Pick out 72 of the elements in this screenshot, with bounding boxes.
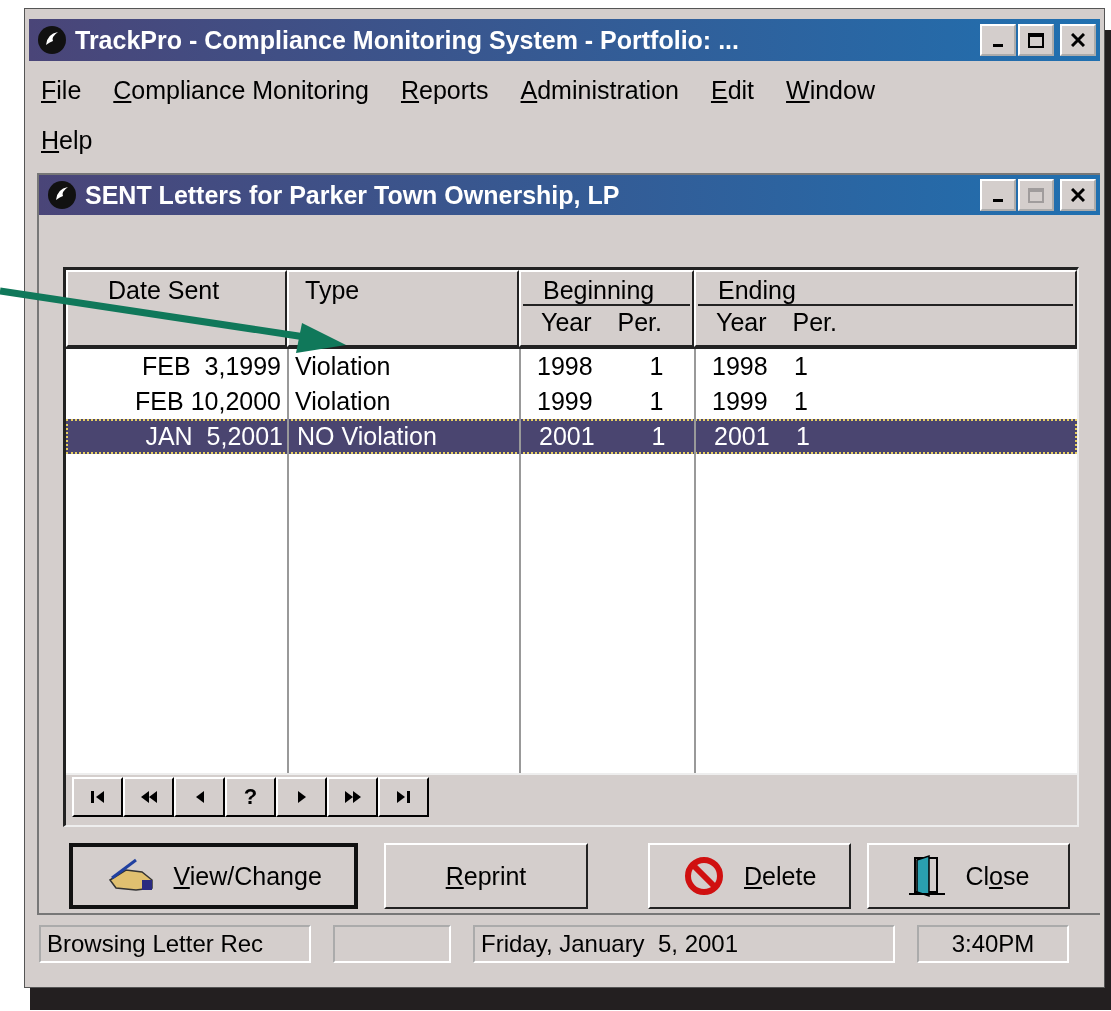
table-cell-text: FEB 10,2000 — [134, 387, 282, 416]
minimize-button[interactable] — [980, 24, 1016, 56]
table-row[interactable]: FEB 10,2000 Violation 1999 1 1999 1 — [66, 384, 1077, 419]
menu-item[interactable]: File — [41, 65, 82, 115]
table-cell-text: 1 — [648, 352, 665, 381]
sub-header: Per. — [617, 308, 662, 337]
table-cell-text: 1999 — [536, 387, 594, 416]
navigator-button[interactable] — [72, 777, 123, 817]
table-cell-text: NO Violation — [296, 422, 438, 451]
previous-icon — [195, 791, 204, 803]
menu-item[interactable]: Administration — [520, 65, 679, 115]
first-record-icon — [91, 791, 104, 803]
navigator-button[interactable] — [378, 777, 429, 817]
table-cell-text: 1 — [796, 422, 811, 451]
status-panel: Friday, January 5, 2001 — [473, 925, 895, 963]
sub-header: Year — [541, 308, 592, 337]
table-cell-text: 1999 — [711, 387, 769, 416]
header-label: Beginning — [523, 272, 690, 306]
rewind-icon — [140, 791, 157, 803]
close-icon — [1071, 188, 1085, 202]
maximize-icon — [1028, 32, 1044, 48]
action-button[interactable]: Delete — [647, 843, 851, 909]
table-cell-text: Violation — [294, 387, 392, 416]
table-cell-text: JAN 5,2001 — [144, 422, 284, 451]
table-cell-text: 1 — [794, 387, 809, 416]
menu-item[interactable]: Compliance Monitoring — [113, 65, 369, 115]
fast-forward-icon — [344, 791, 361, 803]
close-button[interactable] — [1060, 179, 1096, 211]
last-record-icon — [397, 791, 410, 803]
maximize-icon — [1028, 187, 1044, 203]
navigator-button[interactable] — [327, 777, 378, 817]
table-cell-text: 1998 — [536, 352, 594, 381]
action-button[interactable]: Close — [866, 843, 1070, 909]
door-icon — [907, 854, 948, 898]
table-cell-text: FEB 3,1999 — [141, 352, 282, 381]
navigator-button[interactable] — [174, 777, 225, 817]
navigator-button[interactable] — [123, 777, 174, 817]
table-cell-text: 2001 — [713, 422, 771, 451]
table-cell-text: 1 — [648, 387, 665, 416]
header-label: Date Sent — [107, 275, 221, 305]
menu-item[interactable]: Reports — [401, 65, 489, 115]
next-icon — [297, 791, 306, 803]
header-label: Ending — [698, 272, 1073, 306]
table-row[interactable]: FEB 3,1999 Violation 1998 1 1998 1 — [66, 349, 1077, 384]
minimize-icon — [993, 198, 1003, 202]
table-cell-text: Violation — [294, 352, 392, 381]
status-panel: Browsing Letter Rec — [39, 925, 311, 963]
close-icon — [1071, 33, 1085, 47]
minimize-button[interactable] — [980, 179, 1016, 211]
close-button[interactable] — [1060, 24, 1096, 56]
menu-item[interactable]: Edit — [710, 65, 755, 115]
status-panel: 3:40PM — [917, 925, 1069, 963]
table-cell-text: 2001 — [538, 422, 596, 451]
menu-item[interactable]: Window — [786, 65, 875, 115]
maximize-button[interactable] — [1018, 24, 1054, 56]
table-cell-text: 1 — [650, 422, 667, 451]
app-logo-icon — [37, 25, 67, 55]
action-button[interactable]: View/Change — [69, 843, 359, 909]
navigator-button[interactable] — [276, 777, 327, 817]
app-logo-icon — [47, 180, 77, 210]
table-cell-text: 1 — [794, 352, 809, 381]
navigator-button[interactable]: ? — [225, 777, 276, 817]
header-label: Type — [304, 275, 361, 305]
window-title: SENT Letters for Parker Town Ownership, LP — [85, 180, 621, 210]
sub-header: Year — [716, 308, 767, 337]
table-row[interactable]: JAN 5,2001 NO Violation 2001 1 2001 1 — [66, 419, 1077, 454]
menu-item[interactable]: Help — [41, 115, 93, 165]
action-button[interactable]: Reprint — [384, 843, 588, 909]
sub-header: Per. — [792, 308, 837, 337]
minimize-icon — [993, 43, 1003, 47]
table-cell-text: 1998 — [711, 352, 769, 381]
window-title: TrackPro - Compliance Monitoring System - Portfolio: ... — [75, 25, 740, 55]
